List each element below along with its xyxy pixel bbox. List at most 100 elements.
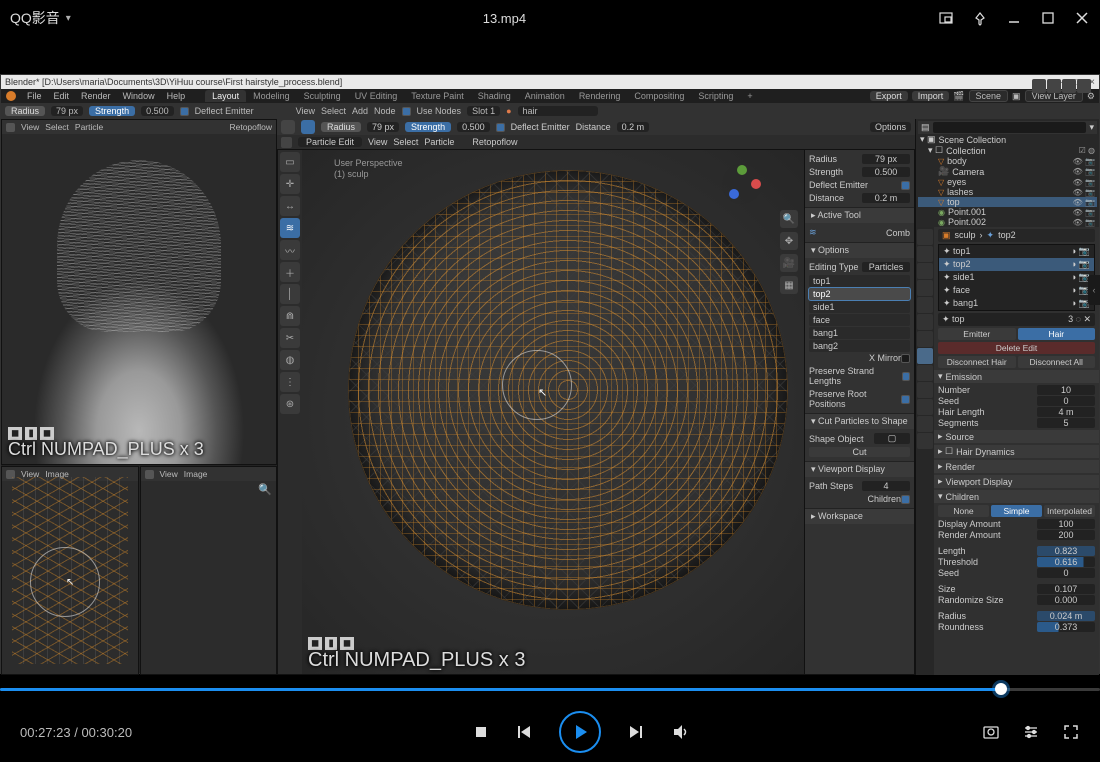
radius-pill[interactable]: Radius <box>5 106 45 116</box>
sec-render[interactable]: ▸ Render <box>934 460 1099 473</box>
imged-b-image[interactable]: Image <box>184 469 208 479</box>
props-ps-dropdown[interactable]: ✦ top3 ◌ ✕ <box>938 313 1095 326</box>
prop-seed-value[interactable]: 0 <box>1037 396 1095 406</box>
btn-delete-edit[interactable]: Delete Edit <box>938 342 1095 354</box>
mid-deflect-check[interactable] <box>496 123 505 132</box>
np-workspace-hdr[interactable]: ▸ Workspace <box>805 508 914 524</box>
tab-scripting[interactable]: Scripting <box>691 90 740 102</box>
np-children-check[interactable] <box>901 495 910 504</box>
prop-roundness-value[interactable]: 0.373 <box>1037 622 1095 632</box>
tab-texpaint[interactable]: Texture Paint <box>404 90 471 102</box>
children-interp[interactable]: Interpolated <box>1044 505 1095 517</box>
use-nodes-checkbox[interactable] <box>402 107 411 116</box>
proptab-render-icon[interactable] <box>917 229 933 245</box>
prop-seed2-value[interactable]: 0 <box>1037 568 1095 578</box>
export-button[interactable]: Export <box>870 91 908 101</box>
ol-point001[interactable]: ◉ Point.001👁 📷 <box>918 207 1097 217</box>
nav-ortho-icon[interactable]: ▦ <box>780 276 798 294</box>
tab-compositing[interactable]: Compositing <box>627 90 691 102</box>
app-menu-chevron-icon[interactable]: ▾ <box>66 13 71 24</box>
psi-face[interactable]: ✦ face◑ 📷 <box>939 284 1094 297</box>
node-menu-node[interactable]: Node <box>374 106 396 116</box>
sec-hairdynamics[interactable]: ▸ ☐ Hair Dynamics <box>934 445 1099 458</box>
prop-hairlength-value[interactable]: 4 m <box>1037 407 1095 417</box>
menu-file[interactable]: File <box>21 91 48 101</box>
btn-disconnect-all[interactable]: Disconnect All <box>1018 356 1096 368</box>
collapse-chevron-icon[interactable]: ‹ <box>1088 275 1099 305</box>
snapshot-button[interactable] <box>982 723 1000 741</box>
tab-layout[interactable]: Layout <box>205 90 246 102</box>
np-distance-value[interactable]: 0.2 m <box>862 193 910 203</box>
image-editor-b[interactable]: View Image 🔍 <box>140 466 278 675</box>
tool-smooth-icon[interactable]: 〰 <box>280 240 300 260</box>
minimize-icon[interactable] <box>1006 10 1022 26</box>
psi-top1[interactable]: ✦ top1◑ 📷 <box>939 245 1094 258</box>
prop-size-value[interactable]: 0.107 <box>1037 584 1095 594</box>
deflect-checkbox[interactable] <box>180 107 189 116</box>
nav-gizmo[interactable] <box>720 162 764 206</box>
tool-comb-icon[interactable]: ≋ <box>280 218 300 238</box>
np-shape-obj-value[interactable]: ▢ <box>874 433 910 444</box>
left-vp-retopo[interactable]: Retopoflow <box>229 122 272 132</box>
pin-icon[interactable] <box>972 10 988 26</box>
btn-hair[interactable]: Hair <box>1018 328 1096 340</box>
prop-dispamt-value[interactable]: 100 <box>1037 519 1095 529</box>
mid-strength-value[interactable]: 0.500 <box>457 122 490 132</box>
settings-button[interactable] <box>1022 723 1040 741</box>
strength-value[interactable]: 0.500 <box>141 106 174 116</box>
ol-eyes[interactable]: ▽ eyes👁 📷 <box>918 177 1097 187</box>
np-cut-hdr[interactable]: ▾ Cut Particles to Shape <box>805 413 914 429</box>
pip-icon[interactable] <box>938 10 954 26</box>
np-xmirror-check[interactable] <box>901 354 910 363</box>
tool-cursor-icon[interactable]: ✛ <box>280 174 300 194</box>
np-active-tool-hdr[interactable]: ▸ Active Tool <box>805 207 914 223</box>
ol-camera[interactable]: 🎥 Camera👁 📷 <box>918 166 1097 177</box>
np-preserve-root-check[interactable] <box>901 395 910 404</box>
proptab-world-icon[interactable] <box>917 297 933 313</box>
tab-uv[interactable]: UV Editing <box>348 90 405 102</box>
tab-animation[interactable]: Animation <box>518 90 572 102</box>
mid-select[interactable]: Select <box>393 137 418 147</box>
prop-radiusc-value[interactable]: 0.024 m <box>1037 611 1095 621</box>
prop-randsize-value[interactable]: 0.000 <box>1037 595 1095 605</box>
children-none[interactable]: None <box>938 505 989 517</box>
prev-button[interactable] <box>515 723 533 741</box>
tool-weight-icon[interactable]: ◍ <box>280 350 300 370</box>
left-vp-particle[interactable]: Particle <box>75 122 103 132</box>
proptab-viewlayer-icon[interactable] <box>917 263 933 279</box>
left-vp-editor-icon[interactable] <box>6 123 15 132</box>
options-dropdown[interactable]: Options <box>870 122 911 132</box>
ol-top[interactable]: ▽ top👁 📷 <box>918 197 1097 207</box>
mid-view[interactable]: View <box>368 137 387 147</box>
mid-mode-icon[interactable] <box>281 120 295 134</box>
np-ps-top2[interactable]: top2 <box>809 288 910 300</box>
left-vp-select[interactable]: Select <box>45 122 69 132</box>
ol-point002[interactable]: ◉ Point.002👁 📷 <box>918 217 1097 227</box>
sec-source[interactable]: ▸ Source <box>934 430 1099 443</box>
sec-children[interactable]: ▾ Children <box>934 490 1099 503</box>
sec-emission[interactable]: ▾ Emission <box>934 370 1099 383</box>
tool-puff-icon[interactable]: ⋒ <box>280 306 300 326</box>
shade-wire-icon[interactable] <box>1032 79 1046 93</box>
node-menu-add[interactable]: Add <box>352 106 368 116</box>
tab-rendering[interactable]: Rendering <box>572 90 628 102</box>
image-editor-a[interactable]: View Image ↖ <box>1 466 139 675</box>
shade-render-icon[interactable] <box>1077 79 1091 93</box>
outliner-filter-icon[interactable]: ▾ <box>1089 122 1094 133</box>
proptab-particle-icon[interactable] <box>917 348 933 364</box>
left-3d-viewport[interactable]: View Select Particle Retopoflow ◼ ▮ ◼ Ct… <box>1 119 277 465</box>
prop-threshold-value[interactable]: 0.616 <box>1037 557 1095 567</box>
tool-cut-icon[interactable]: ✂ <box>280 328 300 348</box>
tool-extra1-icon[interactable]: ⋮ <box>280 372 300 392</box>
mid-brush-icon[interactable] <box>301 120 315 134</box>
imged-b-view[interactable]: View <box>160 469 178 479</box>
children-simple[interactable]: Simple <box>991 505 1042 517</box>
tab-add[interactable]: + <box>740 90 759 102</box>
mid-distance-value[interactable]: 0.2 m <box>617 122 650 132</box>
proptab-modifier-icon[interactable] <box>917 331 933 347</box>
tool-select-icon[interactable]: ▭ <box>280 152 300 172</box>
shade-solid-icon[interactable] <box>1047 79 1061 93</box>
np-ps-bang2[interactable]: bang2 <box>809 340 910 352</box>
imged-b-zoom-icon[interactable]: 🔍 <box>258 483 272 496</box>
volume-button[interactable] <box>671 723 689 741</box>
